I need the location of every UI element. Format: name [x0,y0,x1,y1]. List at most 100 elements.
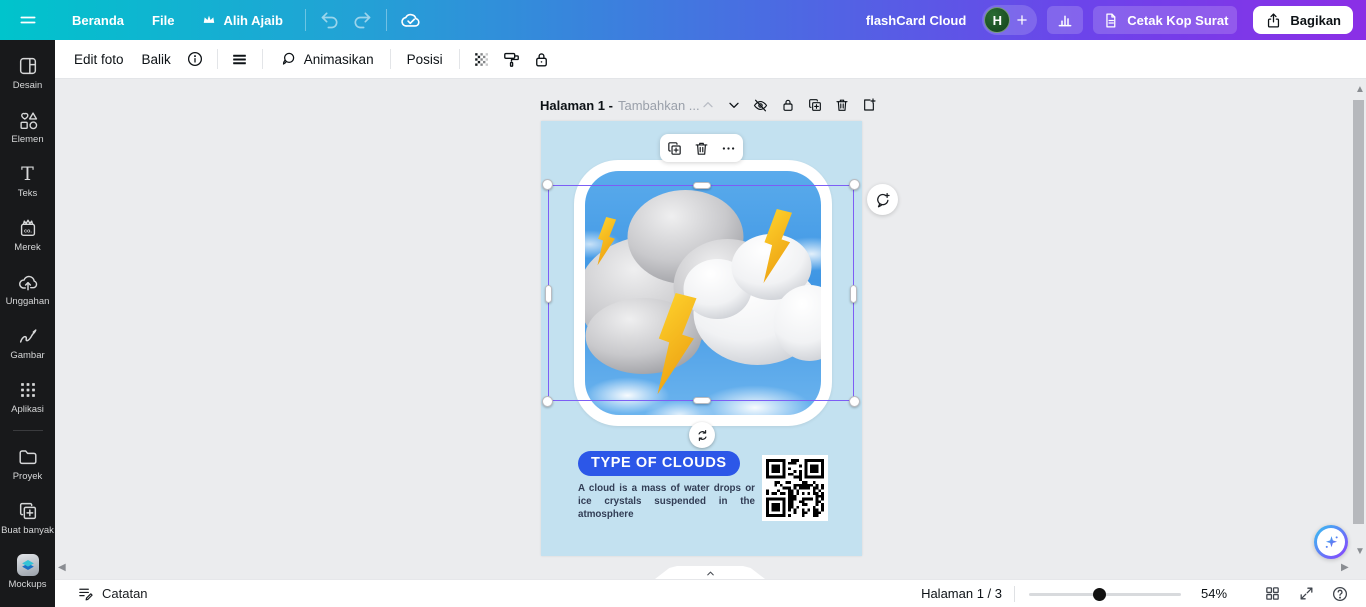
grid-view-button[interactable] [1259,582,1285,606]
file-menu-button[interactable]: File [138,7,188,34]
document-title[interactable]: flashCard Cloud [866,13,966,28]
selection-handle[interactable] [693,182,711,189]
adjust-button[interactable] [225,44,255,74]
sidebar-item-merek[interactable]: co. Merek [0,208,55,262]
zoom-slider-thumb[interactable] [1093,588,1106,601]
magic-switch-label: Alih Ajaib [223,13,282,28]
apps-icon [17,379,39,401]
selection-handle[interactable] [542,179,553,190]
animate-button[interactable]: Animasikan [270,44,383,74]
sidebar-item-unggahan[interactable]: Unggahan [0,262,55,316]
delete-element-button[interactable] [689,136,715,160]
duplicate-element-button[interactable] [662,136,688,160]
add-comment-button[interactable] [867,184,898,215]
sidebar-item-elemen[interactable]: Elemen [0,100,55,154]
page-title-placeholder[interactable]: Tambahkan ... [618,98,700,113]
hamburger-menu-icon [18,10,38,30]
card-body-text[interactable]: A cloud is a mass of water drops or ice … [578,482,755,521]
insights-button[interactable] [1047,6,1083,34]
main-menu-button[interactable] [12,4,44,36]
status-bar: Catatan Halaman 1 / 3 54% [55,579,1366,607]
sidebar-item-label: Proyek [13,471,43,482]
share-button[interactable]: Bagikan [1253,6,1353,34]
sidebar-item-gambar[interactable]: Gambar [0,316,55,370]
selection-handle[interactable] [849,179,860,190]
scroll-right-arrow[interactable]: ▶ [1341,563,1349,573]
projects-icon [17,446,39,468]
sidebar-item-teks[interactable]: T Teks [0,154,55,208]
selection-handle[interactable] [545,285,552,303]
add-page-button[interactable] [860,96,878,114]
canvas-page[interactable]: TYPE OF CLOUDS A cloud is a mass of wate… [541,121,862,556]
divider [305,9,306,31]
avatar[interactable]: H [984,7,1010,33]
redo-button[interactable] [346,4,378,36]
plus-icon[interactable] [1015,13,1029,27]
sidebar-item-label: Gambar [10,350,44,361]
selection-handle[interactable] [542,396,553,407]
canva-editor: Beranda File Alih Ajaib [0,0,1366,607]
lock-page-button[interactable] [779,96,797,114]
selection-handle[interactable] [850,285,857,303]
draw-icon [17,325,39,347]
assistant-button[interactable] [1314,525,1348,559]
page-title[interactable]: Halaman 1 - [540,98,613,113]
lock-icon [532,50,551,69]
scroll-left-arrow[interactable]: ◀ [58,563,66,573]
sidebar-item-aplikasi[interactable]: Aplikasi [0,370,55,424]
scroll-down-arrow[interactable]: ▼ [1355,547,1365,557]
notes-button[interactable]: Catatan [77,585,148,602]
move-page-down-button[interactable] [725,96,743,114]
top-bar: Beranda File Alih Ajaib [0,0,1366,40]
sidebar-item-desain[interactable]: Desain [0,46,55,100]
delete-page-button[interactable] [833,96,851,114]
fullscreen-button[interactable] [1293,582,1319,606]
hide-page-button[interactable] [752,96,770,114]
vertical-scrollbar-thumb[interactable] [1353,100,1364,524]
flip-button[interactable]: Balik [133,46,180,73]
print-letterhead-label: Cetak Kop Surat [1127,13,1228,28]
magic-switch-button[interactable]: Alih Ajaib [188,7,296,34]
page-header: Halaman 1 - Tambahkan ... [540,95,864,115]
help-button[interactable] [1327,582,1353,606]
page-indicator: Halaman 1 / 3 [921,586,1002,601]
edit-photo-button[interactable]: Edit foto [65,46,133,73]
print-letterhead-button[interactable]: Cetak Kop Surat [1093,6,1237,34]
card-title[interactable]: TYPE OF CLOUDS [578,451,740,476]
position-button[interactable]: Posisi [398,46,452,73]
zoom-slider[interactable] [1029,587,1181,601]
account-pill[interactable]: H [982,5,1037,35]
sidebar-item-mockups[interactable]: Mockups [0,545,55,599]
divider [1014,586,1015,602]
sidebar-item-label: Buat banyak [1,525,54,536]
rotate-handle[interactable] [689,422,715,448]
lock-button[interactable] [527,44,557,74]
zoom-level[interactable]: 54% [1201,586,1235,601]
home-button[interactable]: Beranda [58,7,138,34]
transparency-button[interactable] [467,44,497,74]
more-options-button[interactable] [716,136,742,160]
sidebar-item-proyek[interactable]: Proyek [0,437,55,491]
elements-icon [17,109,39,131]
crown-icon [202,13,216,27]
bulk-create-icon [17,500,39,522]
svg-text:co.: co. [23,228,31,234]
info-icon [186,50,204,68]
copy-style-icon [502,50,521,69]
info-button[interactable] [180,44,210,74]
selection-handle[interactable] [849,396,860,407]
save-status-button[interactable] [395,4,427,36]
scroll-up-arrow[interactable]: ▲ [1355,85,1365,95]
undo-button[interactable] [314,4,346,36]
qr-code[interactable] [762,455,828,521]
expand-pages-tab[interactable] [655,566,765,579]
selection-handle[interactable] [693,397,711,404]
share-icon [1265,12,1282,29]
design-icon [17,55,39,77]
duplicate-icon [666,140,683,157]
sidebar-item-buat-banyak[interactable]: Buat banyak [0,491,55,545]
mockups-icon [17,554,39,576]
duplicate-page-button[interactable] [806,96,824,114]
cloud-sync-icon [400,9,422,31]
copy-style-button[interactable] [497,44,527,74]
